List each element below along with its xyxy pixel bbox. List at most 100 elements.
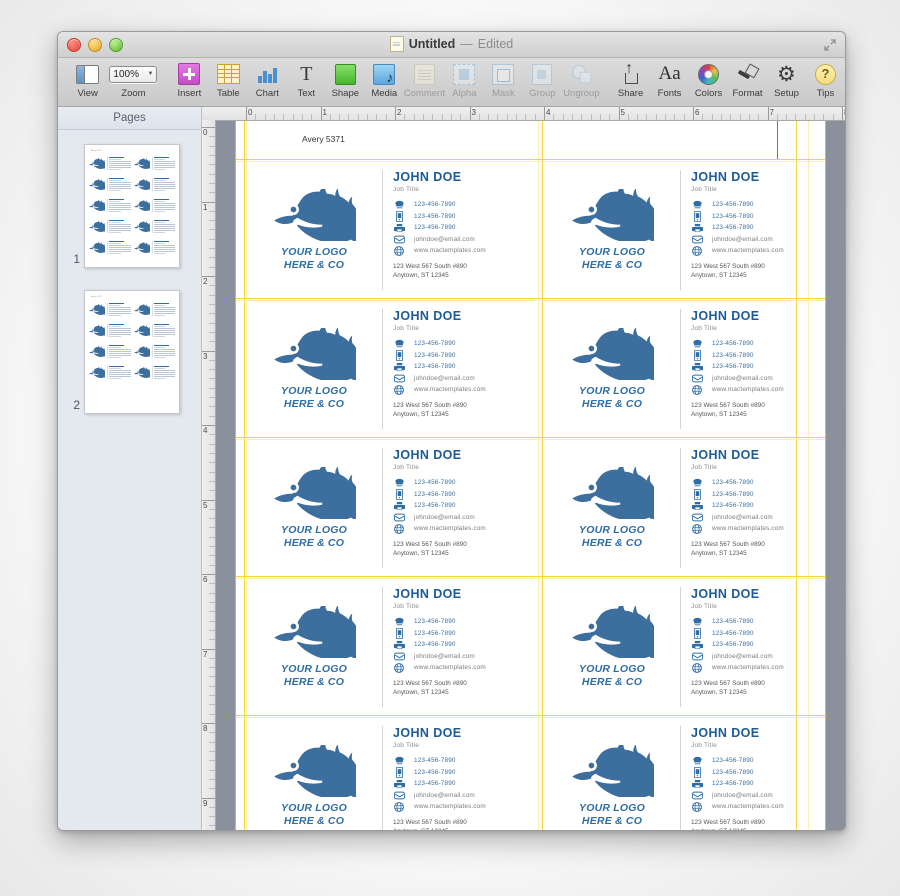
contact-value: 123-456-7890 — [405, 213, 456, 220]
title-separator: — — [460, 37, 473, 51]
address-line-2: Anytown, ST 12345 — [393, 827, 538, 830]
toolbar-button-alpha: Alpha — [445, 61, 484, 105]
vertical-ruler[interactable]: 0123456789 — [202, 120, 216, 830]
globe-icon — [393, 802, 405, 812]
ruler-tick-minor — [209, 481, 215, 482]
card-name: JOHN DOE — [691, 309, 836, 323]
page-thumbnail[interactable]: Avery 5371 — [84, 290, 180, 414]
toolbar-button-view[interactable]: View — [68, 61, 107, 105]
toolbar-button-chart[interactable]: Chart — [248, 61, 287, 105]
fish-logo — [89, 221, 105, 232]
ruler-tick-minor — [209, 621, 215, 622]
toolbar-button-share[interactable]: Share — [611, 61, 650, 105]
ruler-tick-minor — [795, 114, 796, 120]
thumbnail-mini-lines — [107, 220, 131, 234]
toolbar-button-text[interactable]: TText — [287, 61, 326, 105]
contact-value: 123-456-7890 — [703, 479, 754, 486]
card-logo-text: YOUR LOGOHERE & CO — [579, 385, 645, 411]
envelope-icon — [393, 512, 405, 522]
toolbar-button-zoom[interactable]: 100%▼Zoom — [107, 61, 160, 105]
thumbnail-mini-card — [134, 363, 176, 382]
ruler-tick-minor — [432, 114, 433, 120]
card-details-block: JOHN DOEJob Title123-456-7890123-456-789… — [382, 448, 538, 568]
contact-value: johndoe@email.com — [405, 514, 475, 521]
page-thumbnail-row[interactable]: 1Avery 5371 — [58, 144, 201, 268]
layout-guide-horizontal — [236, 161, 825, 162]
contact-row: johndoe@email.com — [691, 790, 836, 802]
page-thumbnail[interactable]: Avery 5371 — [84, 144, 180, 268]
logo-line-2: HERE & CO — [281, 537, 347, 550]
thumbnail-mini-card — [134, 154, 176, 173]
contact-row: johndoe@email.com — [393, 512, 538, 524]
globe-icon — [393, 663, 405, 673]
ruler-tick-minor — [209, 174, 215, 175]
toolbar-button-setup[interactable]: Setup — [767, 61, 806, 105]
business-card[interactable]: YOUR LOGOHERE & COJOHN DOEJob Title123-4… — [244, 717, 542, 830]
ruler-tick-minor — [777, 114, 778, 120]
card-logo-block: YOUR LOGOHERE & CO — [250, 726, 382, 830]
card-logo-block: YOUR LOGOHERE & CO — [548, 309, 680, 429]
ruler-label-h: 4 — [544, 107, 550, 119]
thumbnail-card-grid — [89, 154, 175, 257]
contact-value: 123-456-7890 — [405, 618, 456, 625]
toolbar-button-media[interactable]: Media — [365, 61, 404, 105]
contact-row: 123-456-7890 — [691, 361, 836, 373]
mobile-phone-icon — [393, 489, 405, 499]
business-card[interactable]: YOUR LOGOHERE & COJOHN DOEJob Title123-4… — [244, 161, 542, 296]
business-card[interactable]: YOUR LOGOHERE & COJOHN DOEJob Title123-4… — [244, 578, 542, 713]
contact-value: www.mactemplates.com — [703, 247, 784, 254]
fullscreen-icon[interactable] — [824, 39, 836, 51]
mobile-phone-icon — [691, 628, 703, 638]
toolbar-button-insert[interactable]: Insert — [170, 61, 209, 105]
zoom-level-select[interactable]: 100%▼ — [109, 66, 157, 83]
page-sheet[interactable]: Avery 5371 YOUR LOGOHERE & COJOHN DOEJob… — [236, 120, 825, 830]
ruler-tick-minor — [209, 537, 215, 538]
layout-guide-vertical — [538, 120, 539, 830]
card-contact-list: 123-456-7890123-456-7890123-456-7890john… — [691, 199, 836, 257]
thumbnail-mini-lines — [107, 199, 131, 213]
logo-line-2: HERE & CO — [579, 815, 645, 828]
logo-line-2: HERE & CO — [281, 676, 347, 689]
ruler-tick-minor — [758, 114, 759, 120]
card-name: JOHN DOE — [393, 448, 538, 462]
toolbar-button-format[interactable]: Format — [728, 61, 767, 105]
toolbar-label-chart: Chart — [256, 88, 279, 99]
card-contact-list: 123-456-7890123-456-7890123-456-7890john… — [691, 616, 836, 674]
toolbar-button-mask: Mask — [484, 61, 523, 105]
ruler-tick-minor — [721, 114, 722, 120]
business-card[interactable]: YOUR LOGOHERE & COJOHN DOEJob Title123-4… — [244, 300, 542, 435]
toolbar-button-shape[interactable]: Shape — [326, 61, 365, 105]
card-job-title: Job Title — [393, 603, 538, 610]
contact-row: johndoe@email.com — [393, 373, 538, 385]
layout-guide-horizontal — [236, 439, 825, 440]
horizontal-ruler[interactable]: 012345678 — [202, 107, 845, 121]
document-canvas[interactable]: 012345678 0123456789 Avery 5371 YOUR LOG… — [202, 107, 845, 830]
sheet-scroll-area[interactable]: Avery 5371 YOUR LOGOHERE & COJOHN DOEJob… — [215, 120, 845, 830]
business-card[interactable]: YOUR LOGOHERE & COJOHN DOEJob Title123-4… — [244, 439, 542, 574]
contact-row: 123-456-7890 — [691, 628, 836, 640]
toolbar-button-table[interactable]: Table — [209, 61, 248, 105]
card-address: 123 West 567 South #890Anytown, ST 12345 — [691, 679, 836, 698]
ruler-tick-minor — [209, 490, 215, 491]
logo-line-1: YOUR LOGO — [281, 246, 347, 259]
telephone-icon — [393, 200, 405, 210]
card-job-title: Job Title — [691, 325, 836, 332]
thumbnail-mini-card — [89, 363, 131, 382]
ruler-label-h: 8 — [842, 107, 845, 119]
contact-row: johndoe@email.com — [691, 512, 836, 524]
ruler-tick-minor — [209, 332, 215, 333]
card-logo-text: YOUR LOGOHERE & CO — [579, 663, 645, 689]
toolbar-button-colors[interactable]: Colors — [689, 61, 728, 105]
address-line-2: Anytown, ST 12345 — [691, 688, 836, 698]
toolbar-button-tips[interactable]: ?Tips — [806, 61, 845, 105]
toolbar-button-fonts[interactable]: AaFonts — [650, 61, 689, 105]
layout-guide-vertical — [542, 120, 543, 830]
card-job-title: Job Title — [393, 325, 538, 332]
layout-guide-horizontal — [236, 576, 825, 577]
contact-row: www.mactemplates.com — [393, 662, 538, 674]
card-contact-list: 123-456-7890123-456-7890123-456-7890john… — [691, 477, 836, 535]
card-contact-list: 123-456-7890123-456-7890123-456-7890john… — [691, 338, 836, 396]
page-thumbnail-row[interactable]: 2Avery 5371 — [58, 290, 201, 414]
zoom-level-value: 100% — [113, 69, 139, 80]
contact-value: www.mactemplates.com — [405, 803, 486, 810]
